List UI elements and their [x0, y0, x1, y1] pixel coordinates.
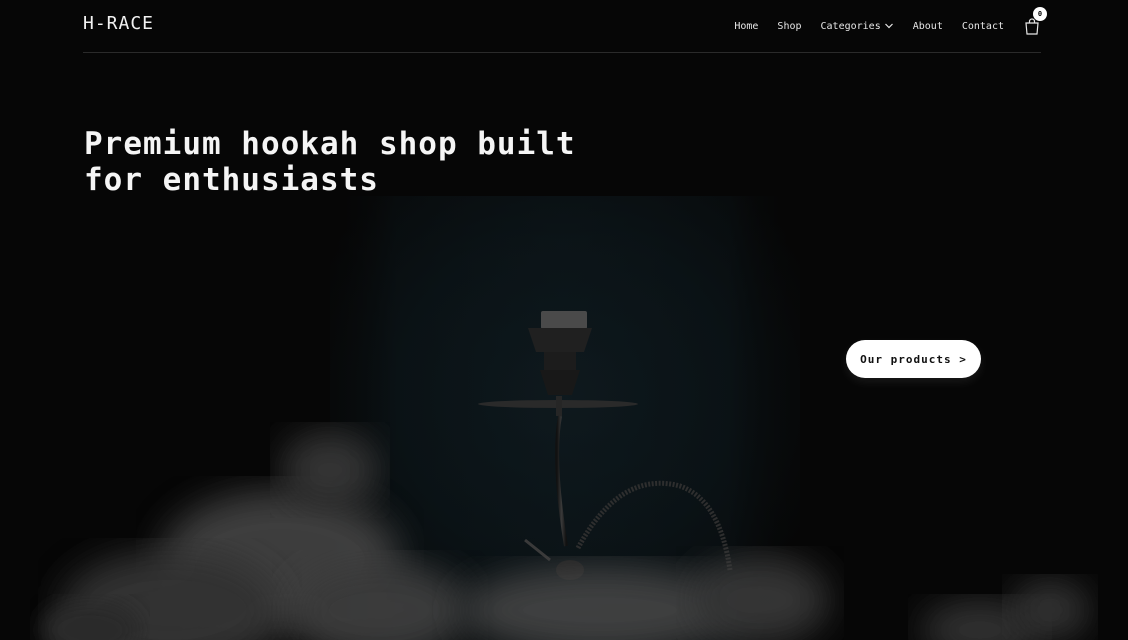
- cart-button[interactable]: 0: [1023, 7, 1047, 35]
- cart-count-badge: 0: [1033, 7, 1047, 21]
- our-products-button[interactable]: Our products >: [846, 340, 981, 378]
- nav-home[interactable]: Home: [734, 21, 758, 32]
- page: H-RACE Home Shop Categories About Contac…: [0, 0, 1128, 640]
- main-nav: Home Shop Categories About Contact 0: [715, 0, 1047, 52]
- hero-title: Premium hookah shop built for enthusiast…: [84, 126, 576, 198]
- chevron-down-icon: [884, 23, 893, 29]
- nav-categories[interactable]: Categories: [821, 21, 894, 32]
- site-logo[interactable]: H-RACE: [83, 13, 154, 34]
- nav-shop[interactable]: Shop: [777, 21, 801, 32]
- nav-categories-label: Categories: [820, 20, 881, 32]
- site-header: H-RACE Home Shop Categories About Contac…: [83, 0, 1047, 53]
- nav-contact[interactable]: Contact: [962, 21, 1004, 32]
- nav-about[interactable]: About: [913, 21, 943, 32]
